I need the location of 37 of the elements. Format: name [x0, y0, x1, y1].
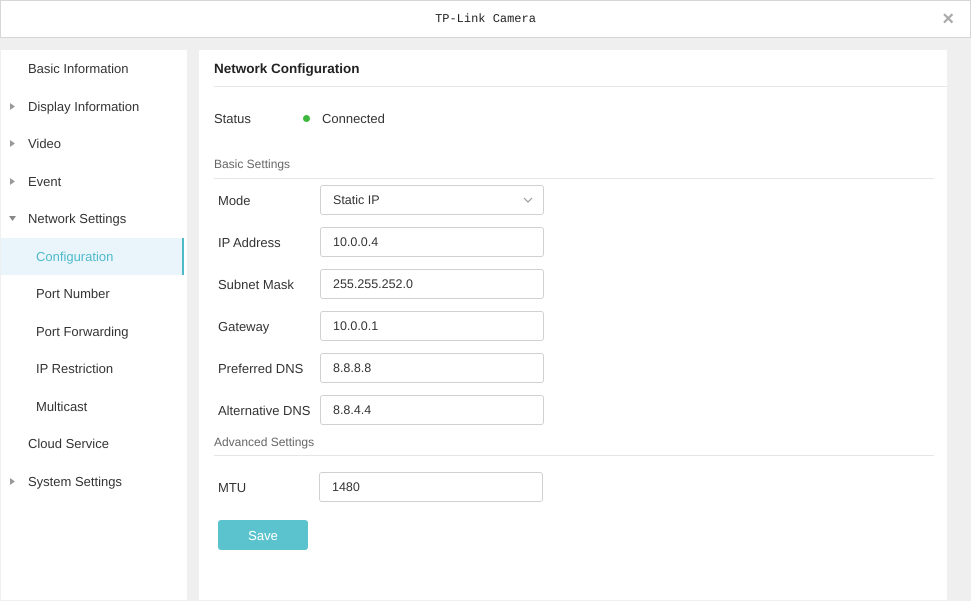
caret-right-icon[interactable] [9, 102, 16, 110]
sidebar-item[interactable]: Event [28, 174, 62, 189]
mode-dropdown[interactable]: Static IP [320, 185, 544, 215]
field-label: IP Address [218, 234, 282, 250]
sidebar-item[interactable]: Cloud Service [28, 436, 109, 452]
input-field[interactable]: 10.0.0.1 [320, 311, 544, 341]
window-title: TP-Link Camera [435, 12, 536, 26]
sidebar-item[interactable]: Port Forwarding [36, 324, 128, 339]
input-field[interactable]: 8.8.4.4 [320, 395, 544, 425]
sidebar-item[interactable]: Video [28, 136, 62, 152]
input-field[interactable]: 8.8.8.8 [320, 353, 544, 383]
status-value: Connected [322, 110, 385, 126]
sidebar-item[interactable]: System Settings [28, 474, 122, 489]
panel-title: Network Configuration [214, 60, 360, 76]
input-field[interactable]: 255.255.252.0 [320, 269, 544, 299]
caret-down-icon[interactable] [9, 215, 16, 222]
field-label: Subnet Mask [218, 276, 295, 292]
sidebar-item[interactable]: Basic Information [28, 61, 128, 76]
status-label: Status [214, 110, 252, 126]
field-label: Preferred DNS [218, 360, 304, 376]
section-title: Basic Settings [214, 156, 290, 170]
caret-right-icon[interactable] [9, 478, 16, 484]
section-title: Advanced Settings [214, 434, 314, 448]
input-field[interactable]: 1480 [319, 472, 543, 502]
sidebar-item[interactable]: Network Settings [28, 211, 126, 226]
caret-right-icon[interactable] [9, 178, 16, 184]
field-label: MTU [218, 480, 248, 494]
sidebar-item[interactable]: IP Restriction [36, 361, 114, 376]
caret-right-icon[interactable] [9, 140, 16, 147]
field-label: Mode [218, 192, 252, 208]
sidebar-item[interactable]: Port Number [36, 286, 110, 302]
sidebar-item[interactable]: Display Information [28, 98, 140, 114]
field-label: Alternative DNS [218, 402, 312, 418]
input-field[interactable]: 10.0.0.4 [320, 227, 544, 257]
field-label: Gateway [218, 318, 270, 334]
chevron-down-icon [523, 197, 533, 203]
sidebar-item[interactable]: Multicast [36, 398, 88, 414]
